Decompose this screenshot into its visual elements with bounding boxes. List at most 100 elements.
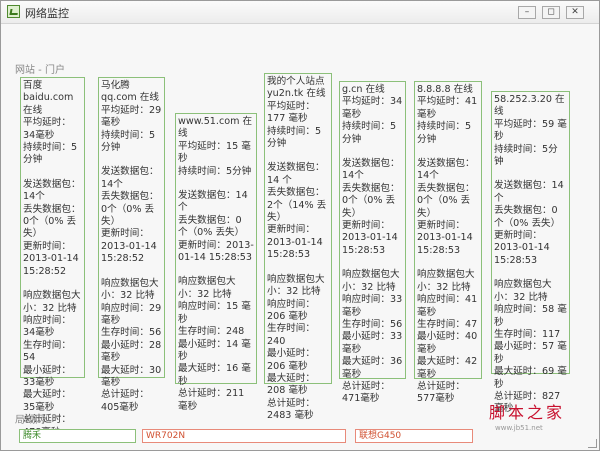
lan-device-offline[interactable]: 联想G450 — [355, 429, 473, 443]
duration-text: 持续时间：5分钟 — [101, 129, 156, 154]
response-size-text: 响应数据包大小：32 比特 — [101, 277, 159, 302]
site-card[interactable]: 58.252.3.20 在线 平均延时：59 毫秒 持续时间：5分钟 发送数据包… — [491, 91, 570, 414]
total-delay-text: 总计延时：471毫秒 — [342, 380, 390, 405]
title-bar[interactable]: 网络监控 – ◻ ✕ — [1, 1, 599, 24]
site-name: www.51.com 在线 — [178, 116, 253, 140]
total-delay-text: 总计延时：211 毫秒 — [178, 388, 245, 412]
lost-packets-text: 丢失数据包：2个（14% 丢失） — [267, 187, 327, 224]
sent-packets-text: 发送数据包：14个 — [417, 158, 475, 182]
maximize-button[interactable]: ◻ — [542, 6, 560, 19]
close-button[interactable]: ✕ — [566, 6, 584, 19]
site-name: g.cn 在线 — [342, 84, 385, 95]
response-size-text: 响应数据包大小：32 比特 — [23, 290, 81, 314]
lan-device-online[interactable]: 腾禾 — [19, 429, 136, 443]
duration-text: 持续时间：5分钟 — [178, 165, 252, 177]
sent-packets-text: 发送数据包：14个 — [23, 178, 81, 203]
lost-packets-text: 丢失数据包：0 个（0% 丢失） — [178, 214, 245, 239]
lost-packets-text: 丢失数据包：0个（0% 丢失） — [23, 203, 81, 240]
avg-delay-text: 平均延时：15 毫秒 — [178, 140, 251, 165]
ttl-text: 生存时间：56 — [101, 327, 162, 339]
site-card[interactable]: www.51.com 在线 平均延时：15 毫秒 持续时间：5分钟 发送数据包：… — [175, 113, 257, 412]
lan-device-offline[interactable]: WR702N — [142, 429, 346, 443]
minimize-button[interactable]: – — [518, 6, 536, 19]
min-delay-text: 最小延时：14 毫秒 — [178, 338, 251, 362]
duration-text: 持续时间：5分钟 — [417, 121, 472, 145]
watermark-url: www.jb51.net — [495, 424, 543, 432]
sent-packets-text: 发送数据包：14 个 — [178, 190, 248, 214]
update-time-text: 更新时间：2013-01-14 15:28:53 — [342, 220, 398, 256]
response-time-text: 响应时间：206 毫秒 — [267, 298, 315, 322]
update-time-text: 更新时间：2013-01-14 15:28:52 — [23, 240, 79, 277]
response-size-text: 响应数据包大小：32 比特 — [178, 276, 236, 300]
min-delay-text: 最小延时：28毫秒 — [101, 339, 162, 364]
response-time-text: 响应时间：34毫秒 — [23, 314, 71, 339]
max-delay-text: 最大延时：69 毫秒 — [494, 366, 567, 390]
site-name: 百度baidu.com 在线 — [23, 80, 74, 116]
site-name: 8.8.8.8 在线 — [417, 84, 473, 95]
response-time-text: 响应时间：58 毫秒 — [494, 304, 567, 328]
avg-delay-text: 平均延时：59 毫秒 — [494, 118, 567, 143]
min-delay-text: 最小延时：57 毫秒 — [494, 341, 567, 365]
update-time-text: 更新时间：2013-01-14 15:28:53 — [267, 224, 323, 261]
update-time-text: 更新时间：2013-01-14 15:28:53 — [178, 239, 254, 264]
sent-packets-text: 发送数据包：14 个 — [494, 180, 564, 204]
max-delay-text: 最大延时：30毫秒 — [101, 364, 162, 388]
response-time-text: 响应时间：33毫秒 — [342, 294, 403, 318]
update-time-text: 更新时间：2013-01-14 15:28:53 — [417, 220, 473, 256]
lost-packets-text: 丢失数据包：0个（0% 丢失） — [101, 191, 159, 228]
duration-text: 持续时间：5分钟 — [342, 121, 397, 145]
site-name: 马化腾qq.com 在线 — [101, 80, 159, 104]
site-card[interactable]: 8.8.8.8 在线 平均延时：41毫秒 持续时间：5分钟 发送数据包：14个 … — [414, 81, 482, 404]
avg-delay-text: 平均延时：177 毫秒 — [267, 100, 315, 125]
max-delay-text: 最大延时：36毫秒 — [342, 356, 403, 380]
response-time-text: 响应时间：41毫秒 — [417, 294, 478, 318]
sent-packets-text: 发送数据包：14个 — [342, 158, 400, 182]
site-card[interactable]: g.cn 在线 平均延时：34毫秒 持续时间：5分钟 发送数据包：14个 丢失数… — [339, 81, 406, 404]
lost-packets-text: 丢失数据包：0个（0% 丢失） — [417, 182, 475, 219]
site-card[interactable]: 我的个人站点yu2n.tk 在线 平均延时：177 毫秒 持续时间：5分钟 发送… — [264, 73, 332, 421]
lost-packets-text: 丢失数据包：0 个（0% 丢失） — [494, 205, 561, 229]
avg-delay-text: 平均延时：41毫秒 — [417, 96, 478, 120]
duration-text: 持续时间：5分钟 — [23, 142, 78, 166]
site-card[interactable]: 马化腾qq.com 在线 平均延时：29毫秒 持续时间：5分钟 发送数据包：14… — [98, 77, 165, 413]
total-delay-text: 总计延时：405毫秒 — [101, 389, 149, 413]
response-size-text: 响应数据包大小：32 比特 — [342, 269, 400, 293]
avg-delay-text: 平均延时：34毫秒 — [342, 96, 403, 120]
site-name: 我的个人站点yu2n.tk 在线 — [267, 76, 326, 100]
watermark: 脚本之家 www.jb51.net — [489, 399, 565, 432]
total-delay-text: 总计延时：577毫秒 — [417, 380, 465, 405]
min-delay-text: 最小延时：33毫秒 — [342, 331, 403, 355]
ttl-text: 生存时间：240 — [267, 323, 315, 347]
resize-grip-icon[interactable] — [588, 439, 597, 448]
max-delay-text: 最大延时：16 毫秒 — [178, 363, 251, 387]
duration-text: 持续时间：5分钟 — [494, 143, 558, 168]
watermark-text: 脚本之家 — [489, 403, 566, 422]
site-card[interactable]: 百度baidu.com 在线 平均延时：34毫秒 持续时间：5分钟 发送数据包：… — [20, 77, 85, 438]
sent-packets-text: 发送数据包：14 个 — [267, 162, 325, 186]
response-time-text: 响应时间：29毫秒 — [101, 302, 162, 326]
response-size-text: 响应数据包大小：32 比特 — [267, 273, 325, 298]
section-label-sites: 网站 - 门户 — [15, 65, 65, 76]
response-time-text: 响应时间：15 毫秒 — [178, 301, 251, 325]
ttl-text: 生存时间：248 — [178, 326, 245, 338]
app-icon — [7, 5, 20, 18]
site-name: 58.252.3.20 在线 — [494, 94, 565, 118]
lost-packets-text: 丢失数据包：0个（0% 丢失） — [342, 182, 400, 219]
section-label-lan: 局域网 — [15, 415, 45, 426]
update-time-text: 更新时间：2013-01-14 15:28:53 — [494, 230, 550, 266]
ttl-text: 生存时间：117 — [494, 328, 561, 340]
avg-delay-text: 平均延时：29毫秒 — [101, 104, 162, 129]
response-size-text: 响应数据包大小：32 比特 — [417, 269, 475, 293]
